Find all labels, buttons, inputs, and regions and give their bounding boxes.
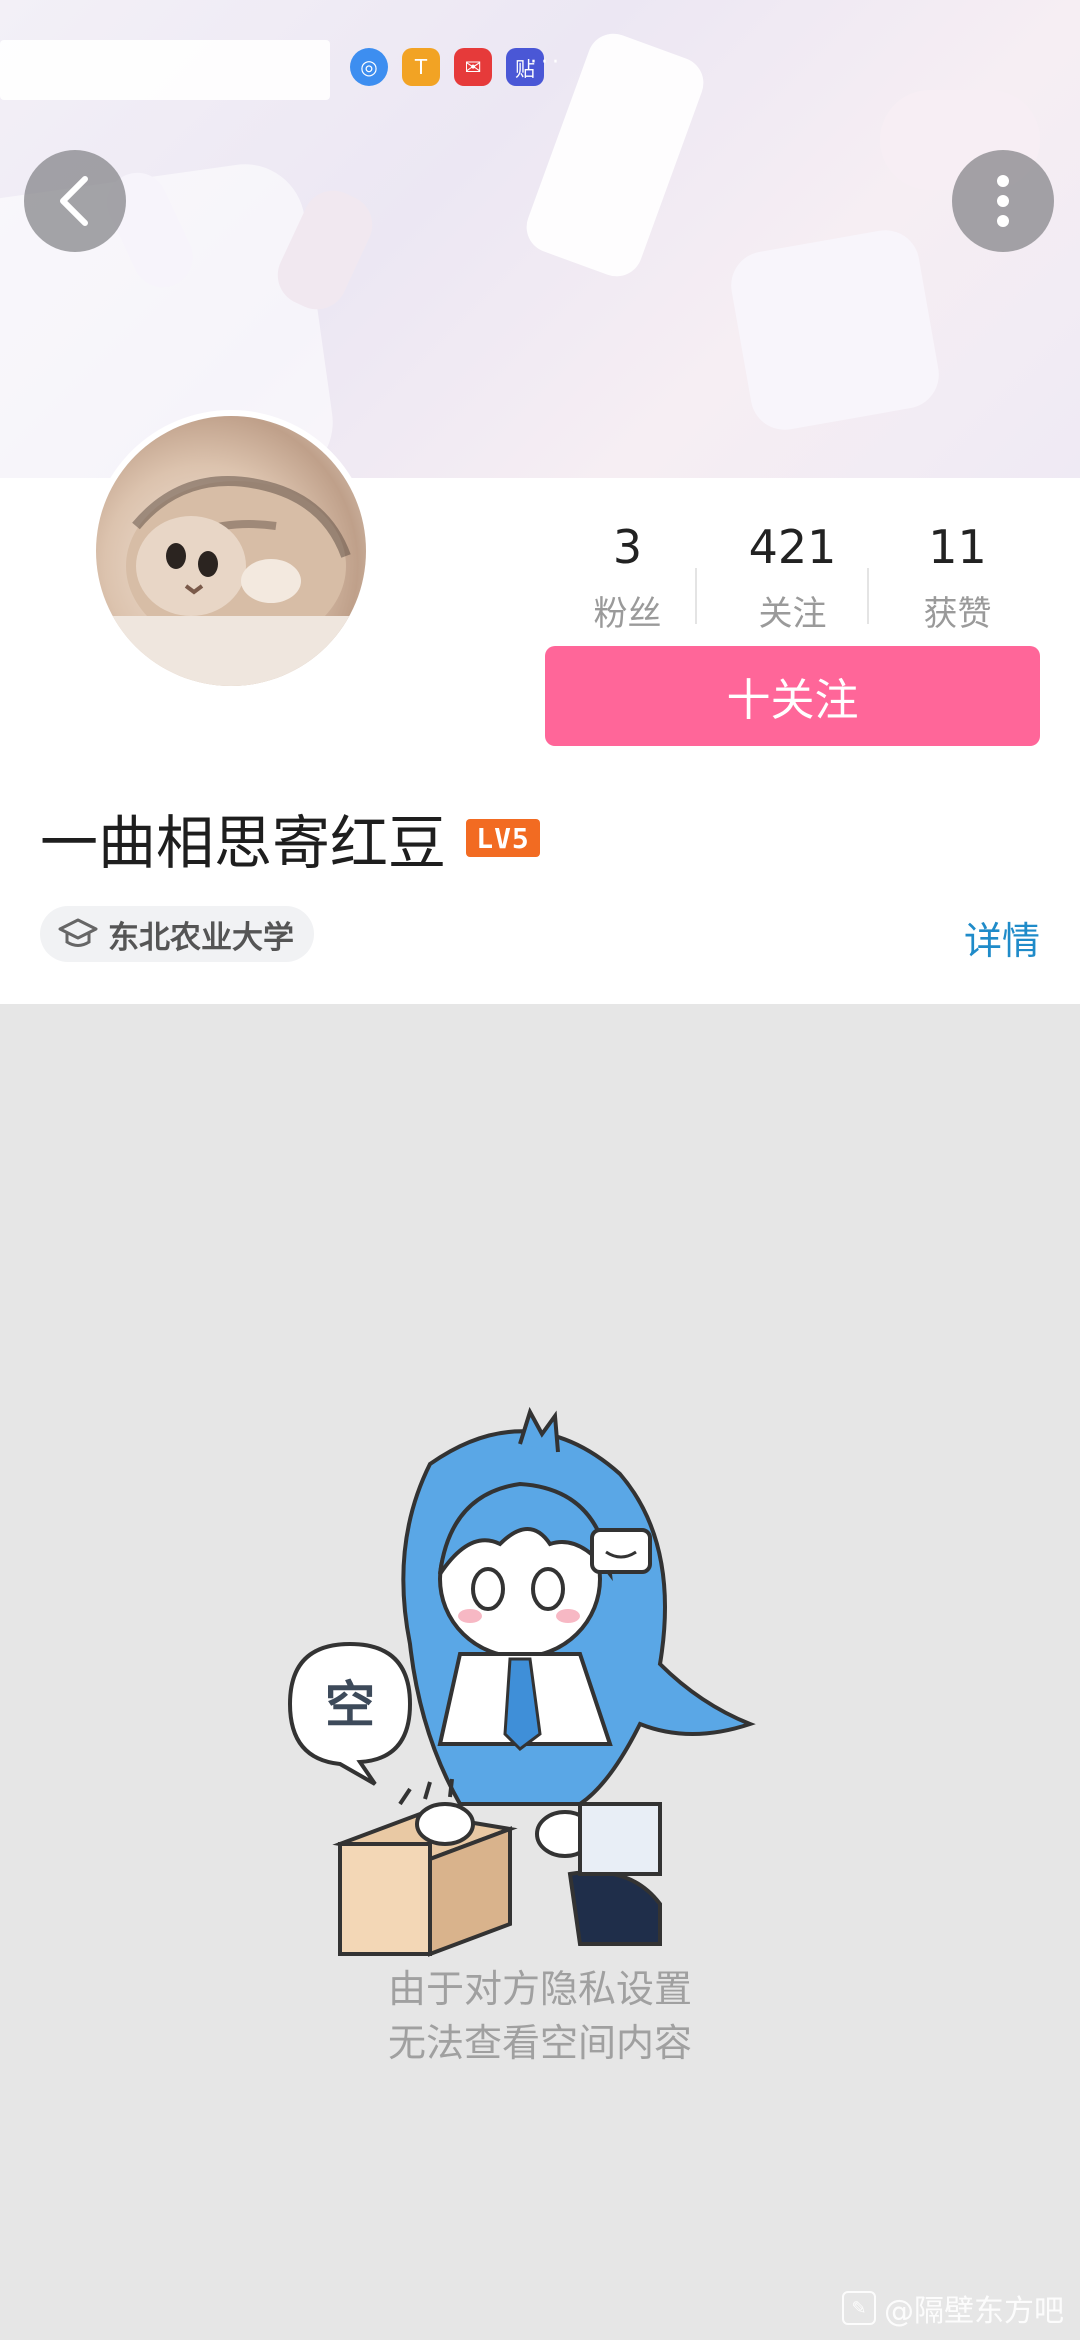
detail-link[interactable]: 详情 xyxy=(964,910,1040,965)
girl-with-box-illustration: 空 xyxy=(287,1406,756,1957)
stat-followers[interactable]: 3 粉丝 xyxy=(545,508,710,635)
stat-likes[interactable]: 11 获赞 xyxy=(875,508,1040,635)
status-bar-icons: ◎ T ✉ 贴 xyxy=(350,48,544,86)
level-badge: LV5 xyxy=(466,819,541,857)
school-tag[interactable]: 东北农业大学 xyxy=(40,906,314,962)
stat-label: 粉丝 xyxy=(593,594,662,634)
stat-label: 获赞 xyxy=(923,594,992,634)
banner-highlight xyxy=(0,40,330,100)
stat-following[interactable]: 421 关注 xyxy=(710,508,875,635)
bubble-text: 空 xyxy=(325,1676,375,1734)
status-more: ··· xyxy=(530,50,563,75)
toutiao-app-icon: T xyxy=(402,48,440,86)
avatar[interactable] xyxy=(90,410,372,692)
huawei-app-icon: ✉ xyxy=(454,48,492,86)
username-row: 一曲相思寄红豆 LV5 xyxy=(40,796,541,880)
school-name: 东北农业大学 xyxy=(108,919,294,956)
banner-play-shape xyxy=(725,224,945,436)
watermark: ✎ @隔壁东方吧 xyxy=(842,2286,1064,2330)
cat-photo xyxy=(96,476,366,686)
graduation-cap-icon xyxy=(58,918,98,947)
empty-state-illustration: 空 xyxy=(280,1404,800,1964)
stat-value: 3 xyxy=(612,520,643,574)
watermark-text: @隔壁东方吧 xyxy=(884,2294,1064,2329)
back-button[interactable] xyxy=(24,150,126,252)
stats-row: 3 粉丝 421 关注 11 获赞 xyxy=(545,508,1040,635)
empty-message-line2: 无法查看空间内容 xyxy=(387,2021,692,2065)
stat-label: 关注 xyxy=(758,594,827,634)
tieba-logo-icon: ✎ xyxy=(842,2291,876,2325)
username: 一曲相思寄红豆 xyxy=(40,809,447,877)
stat-value: 421 xyxy=(748,520,837,574)
follow-button[interactable]: 十关注 xyxy=(545,646,1040,746)
chevron-left-icon xyxy=(60,176,88,226)
stat-value: 11 xyxy=(928,520,987,574)
stat-divider xyxy=(867,568,869,624)
empty-message-line1: 由于对方隐私设置 xyxy=(387,1967,692,2011)
empty-state: 空 由于对方隐私设置 无法查看空间内容 xyxy=(0,1004,1080,2340)
more-options-button[interactable] xyxy=(952,150,1054,252)
network-app-icon: ◎ xyxy=(350,48,388,86)
stat-divider xyxy=(695,568,697,624)
avatar-cat-image xyxy=(96,416,366,686)
vertical-dots-icon xyxy=(997,175,1009,227)
